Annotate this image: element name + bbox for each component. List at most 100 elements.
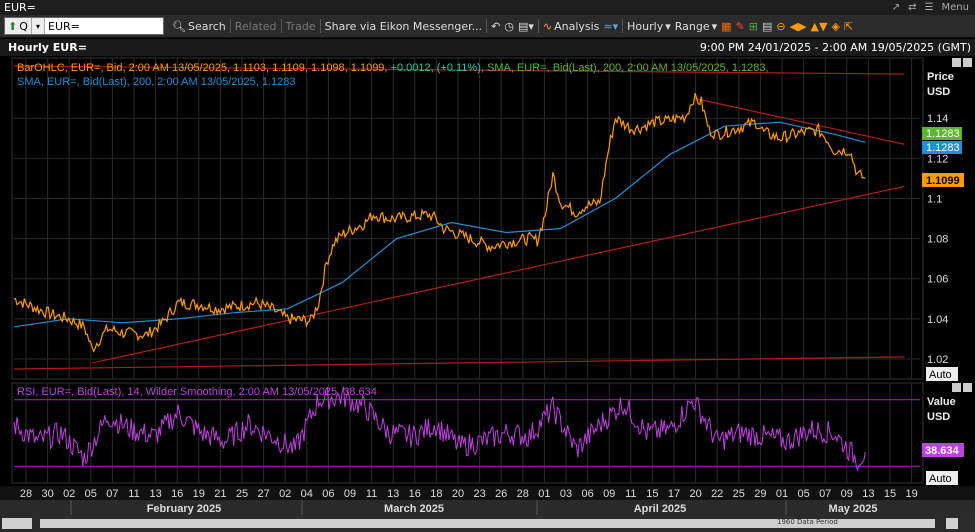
chart-type-icon[interactable]: ▦ (721, 20, 731, 33)
x-tick-label: 27 (257, 488, 269, 500)
rsi-axis-title: Value (927, 396, 956, 408)
x-tick-label: 13 (149, 488, 161, 500)
x-tick-label: 16 (409, 488, 421, 500)
link-icon[interactable]: ⇄ (908, 2, 916, 13)
month-label: March 2025 (384, 503, 444, 515)
sma-legend-text-2: SMA, EUR=, Bid(Last), 200, 2:00 AM 13/05… (17, 76, 296, 88)
x-tick-label: 11 (366, 488, 377, 500)
x-tick-label: 28 (517, 488, 529, 500)
x-tick-label: 17 (668, 488, 680, 500)
rsi-axis-unit: USD (927, 411, 950, 423)
chart-area[interactable]: BarOHLC, EUR=, Bid, 2:00 AM 13/05/2025, … (0, 56, 975, 515)
x-tick-label: 21 (214, 488, 226, 500)
rsi-last-tag: 38.634 (922, 443, 964, 457)
wave-icon[interactable]: ≈▾ (603, 20, 618, 33)
x-tick-label: 06 (322, 488, 334, 500)
price-tick-label: 1.08 (927, 234, 948, 246)
x-tick-label: 05 (85, 488, 97, 500)
ohlc-change-text: +0.0012, (+0.11%), (391, 62, 484, 74)
x-tick-label: 07 (106, 488, 118, 500)
x-tick-label: 02 (279, 488, 291, 500)
separator (622, 19, 624, 33)
range-dropdown[interactable]: Range ▾ (675, 20, 717, 33)
pencil-icon[interactable]: ✎ (736, 20, 745, 33)
price-axis-unit: USD (927, 86, 950, 98)
scrollbar[interactable]: 1960 Data Period (0, 515, 975, 532)
rsi-auto-label: Auto (929, 473, 952, 485)
folder-icon[interactable]: ▤▾ (518, 20, 534, 33)
arrows-horizontal-icon[interactable]: ◀▶ (790, 20, 807, 33)
sma-tag-blue-text: 1.1283 (926, 142, 960, 154)
search-button[interactable]: 🔍︎ Search (172, 20, 226, 33)
chart-header: Hourly EUR= 9:00 PM 24/01/2025 - 2:00 AM… (0, 39, 975, 56)
rsi-last-tag-text: 38.634 (925, 445, 960, 457)
x-tick-label: 20 (689, 488, 701, 500)
x-tick-label: 29 (754, 488, 766, 500)
grid-icon[interactable]: ⊞ (749, 20, 758, 33)
x-tick-label: 01 (538, 488, 550, 500)
x-tick-label: 11 (625, 488, 636, 500)
x-tick-label: 03 (560, 488, 572, 500)
interval-dropdown[interactable]: Hourly ▾ (627, 20, 671, 33)
month-label: April 2025 (634, 503, 687, 515)
x-tick-label: 02 (63, 488, 75, 500)
price-tick-label: 1.06 (927, 274, 948, 286)
menu-button[interactable]: Menu (942, 2, 969, 13)
arrows-vertical-icon[interactable]: ▲▼ (811, 20, 828, 33)
chevron-down-icon[interactable]: ▾ (32, 18, 45, 34)
price-tick-label: 1.02 (927, 354, 948, 366)
x-tick-label: 06 (581, 488, 593, 500)
price-tick-label: 1.04 (927, 314, 948, 326)
x-tick-label: 09 (841, 488, 853, 500)
ohlc-legend-text: BarOHLC, EUR=, Bid, 2:00 AM 13/05/2025, … (17, 62, 387, 74)
ric-box: ⬆ Q ▾ (4, 17, 164, 35)
separator (229, 19, 231, 33)
x-tick-label: 25 (733, 488, 745, 500)
expand-icon[interactable]: ⇱ (844, 20, 853, 33)
scroll-left-handle[interactable] (2, 518, 32, 529)
last-price-tag-text: 1.1099 (926, 175, 960, 187)
ric-input[interactable] (45, 19, 163, 33)
x-tick-label: 13 (862, 488, 874, 500)
fit-icon[interactable]: ◈ (831, 20, 839, 33)
search-icon: 🔍︎ (172, 19, 186, 33)
x-tick-label: 15 (646, 488, 658, 500)
separator (319, 19, 321, 33)
price-tick-label: 1.14 (927, 113, 948, 125)
share-button[interactable]: Share via Eikon Messenger... (325, 20, 482, 33)
toolbar: ⬆Q ▾ 🔍︎Search Related Trade Share via Ei… (0, 15, 975, 38)
chart-app: EUR= ↗ ⇄ ☰ Menu ⬆Q ▾ 🔍︎Search Related Tr… (0, 0, 975, 532)
price-auto-button[interactable]: Auto (926, 367, 958, 381)
trade-button[interactable]: Trade (286, 20, 316, 33)
separator (486, 19, 488, 33)
menu-icon[interactable]: ☰ (925, 2, 934, 13)
pin-icon[interactable]: ↗ (892, 2, 900, 13)
month-label: February 2025 (147, 503, 222, 515)
scroll-right-handle[interactable] (946, 518, 958, 529)
price-axis-title: Price (927, 71, 954, 83)
ohlc-legend: BarOHLC, EUR=, Bid, 2:00 AM 13/05/2025, … (17, 62, 769, 74)
month-label: May 2025 (829, 503, 878, 515)
x-tick-label: 16 (171, 488, 183, 500)
window-title: EUR= (4, 1, 36, 14)
last-price-tag: 1.1099 (922, 173, 964, 187)
table-icon[interactable]: ▤ (762, 20, 772, 33)
sma-tag-green-text: 1.1283 (926, 128, 960, 140)
sma-tag-blue: 1.1283 (922, 141, 962, 154)
zoom-out-icon[interactable]: ⊖ (776, 20, 785, 33)
quote-button[interactable]: ⬆ Q (5, 18, 32, 34)
separator (280, 19, 282, 33)
rsi-auto-button[interactable]: Auto (926, 471, 958, 485)
x-tick-label: 19 (905, 488, 917, 500)
undo-icon[interactable]: ↶ (491, 20, 500, 33)
search-label: Search (187, 19, 226, 33)
analysis-button[interactable]: ∿ Analysis (543, 20, 600, 33)
x-tick-label: 25 (236, 488, 248, 500)
clock-icon[interactable]: ◷ (504, 20, 514, 33)
chart-title: Hourly EUR= (8, 41, 87, 54)
related-button[interactable]: Related (235, 20, 277, 33)
up-arrow-icon: ⬆ (8, 19, 18, 33)
x-tick-label: 20 (452, 488, 464, 500)
x-tick-label: 15 (884, 488, 896, 500)
x-tick-label: 22 (711, 488, 723, 500)
